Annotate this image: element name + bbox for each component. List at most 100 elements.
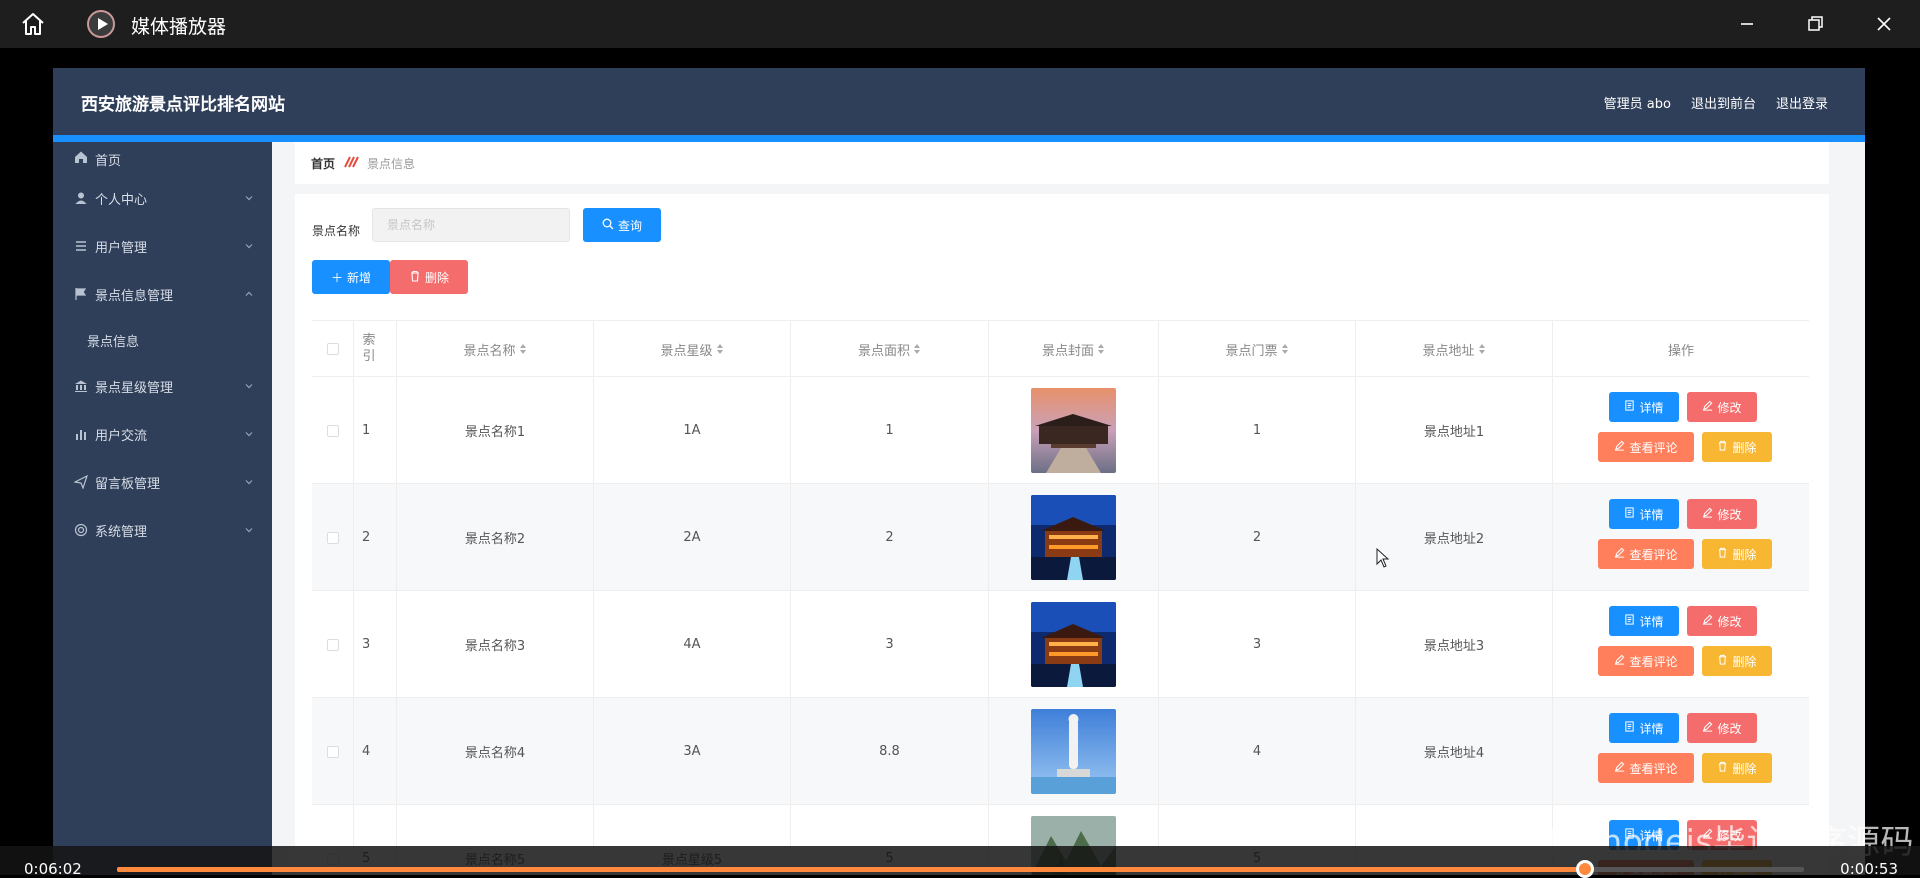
sidebar-item-personal-center[interactable]: 个人中心 bbox=[53, 174, 272, 222]
document-icon bbox=[1624, 400, 1635, 414]
delete-button[interactable]: 删除 bbox=[1702, 539, 1772, 569]
delete-button-label: 删除 bbox=[1732, 439, 1756, 456]
cell-area: 3 bbox=[791, 591, 989, 698]
breadcrumb-home[interactable]: 首页 bbox=[311, 155, 335, 172]
cover-image[interactable] bbox=[1031, 495, 1116, 580]
row-checkbox[interactable] bbox=[327, 532, 339, 544]
view-comments-button-label: 查看评论 bbox=[1629, 439, 1677, 456]
edit-button[interactable]: 修改 bbox=[1687, 713, 1757, 743]
cover-image[interactable] bbox=[1031, 388, 1116, 473]
sidebar-item-home[interactable]: 首页 bbox=[53, 142, 272, 174]
cell-index: 3 bbox=[354, 591, 397, 698]
edit-button[interactable]: 修改 bbox=[1687, 392, 1757, 422]
sidebar-item-message-board[interactable]: 留言板管理 bbox=[53, 458, 272, 506]
edit-button[interactable]: 修改 bbox=[1687, 499, 1757, 529]
edit-button[interactable]: 修改 bbox=[1687, 606, 1757, 636]
view-comments-button-label: 查看评论 bbox=[1629, 653, 1677, 670]
trash-icon bbox=[1717, 654, 1728, 668]
select-all-checkbox[interactable] bbox=[327, 343, 339, 355]
cover-image[interactable] bbox=[1031, 709, 1116, 794]
seek-bar[interactable] bbox=[117, 867, 1804, 872]
breadcrumb-current: 景点信息 bbox=[367, 155, 415, 172]
detail-button[interactable]: 详情 bbox=[1609, 713, 1679, 743]
edit-button-label: 修改 bbox=[1717, 720, 1741, 737]
cover-image[interactable] bbox=[1031, 602, 1116, 687]
cell-index: 4 bbox=[354, 698, 397, 805]
header-address-label: 景点地址 bbox=[1422, 340, 1474, 359]
detail-button-label: 详情 bbox=[1639, 720, 1663, 737]
delete-button[interactable]: 删除 bbox=[1702, 432, 1772, 462]
player-title-bar: 媒体播放器 bbox=[0, 0, 1920, 48]
detail-button[interactable]: 详情 bbox=[1609, 606, 1679, 636]
sort-icon bbox=[717, 344, 724, 354]
close-icon[interactable] bbox=[1870, 10, 1898, 38]
cell-ticket: 3 bbox=[1159, 591, 1356, 698]
home-icon[interactable] bbox=[20, 11, 46, 37]
mouse-cursor-icon bbox=[1376, 548, 1390, 568]
query-button-label: 查询 bbox=[618, 217, 642, 234]
header-accent-line bbox=[53, 135, 1865, 142]
edit-icon bbox=[1614, 654, 1625, 668]
view-comments-button[interactable]: 查看评论 bbox=[1598, 753, 1694, 783]
add-button[interactable]: ＋ 新增 bbox=[312, 260, 390, 294]
cell-star: 4A bbox=[594, 591, 791, 698]
sidebar-item-label: 留言板管理 bbox=[95, 473, 160, 492]
header-cover-label: 景点封面 bbox=[1042, 340, 1094, 359]
select-all-cell bbox=[312, 321, 354, 377]
sidebar-item-label: 系统管理 bbox=[95, 521, 147, 540]
search-input[interactable] bbox=[372, 208, 570, 242]
delete-button[interactable]: 删除 bbox=[1702, 646, 1772, 676]
back-to-front-link[interactable]: 退出到前台 bbox=[1691, 93, 1756, 112]
cell-name: 景点名称4 bbox=[397, 698, 594, 805]
cell-ticket: 2 bbox=[1159, 484, 1356, 591]
search-icon bbox=[602, 218, 614, 233]
cell-star: 2A bbox=[594, 484, 791, 591]
player-title: 媒体播放器 bbox=[131, 12, 226, 39]
trash-icon bbox=[1717, 547, 1728, 561]
delete-button-label: 删除 bbox=[1732, 546, 1756, 563]
bulk-delete-button[interactable]: 删除 bbox=[390, 260, 468, 294]
media-player-icon bbox=[87, 10, 115, 38]
seek-thumb[interactable] bbox=[1576, 860, 1594, 878]
row-checkbox[interactable] bbox=[327, 746, 339, 758]
detail-button[interactable]: 详情 bbox=[1609, 392, 1679, 422]
sidebar-item-user-exchange[interactable]: 用户交流 bbox=[53, 410, 272, 458]
sidebar-item-spot-management[interactable]: 景点信息管理 bbox=[53, 270, 272, 318]
header-ticket[interactable]: 景点门票 bbox=[1159, 321, 1356, 377]
table-row: 4景点名称43A8.84景点地址4详情修改查看评论删除 bbox=[312, 698, 1809, 805]
detail-button-label: 详情 bbox=[1639, 399, 1663, 416]
delete-button[interactable]: 删除 bbox=[1702, 753, 1772, 783]
view-comments-button[interactable]: 查看评论 bbox=[1598, 646, 1694, 676]
detail-button[interactable]: 详情 bbox=[1609, 499, 1679, 529]
sort-icon bbox=[1479, 344, 1486, 354]
settings-icon bbox=[74, 523, 88, 537]
cell-area: 8.8 bbox=[791, 698, 989, 805]
trash-icon bbox=[1717, 761, 1728, 775]
seek-progress bbox=[117, 867, 1585, 872]
header-address[interactable]: 景点地址 bbox=[1356, 321, 1553, 377]
row-checkbox[interactable] bbox=[327, 639, 339, 651]
sidebar-item-user-management[interactable]: 用户管理 bbox=[53, 222, 272, 270]
row-checkbox[interactable] bbox=[327, 425, 339, 437]
header-cover[interactable]: 景点封面 bbox=[989, 321, 1159, 377]
sidebar-item-star-management[interactable]: 景点星级管理 bbox=[53, 362, 272, 410]
playback-bar: 0:06:02 0:00:53 bbox=[0, 846, 1920, 875]
sidebar-subitem-spot-info[interactable]: 景点信息 bbox=[53, 318, 272, 362]
flag-icon bbox=[74, 287, 88, 301]
chevron-up-icon bbox=[244, 288, 254, 298]
logout-link[interactable]: 退出登录 bbox=[1776, 93, 1828, 112]
chevron-down-icon bbox=[244, 380, 254, 390]
header-star[interactable]: 景点星级 bbox=[594, 321, 791, 377]
restore-icon[interactable] bbox=[1801, 10, 1829, 38]
sort-icon bbox=[1098, 344, 1105, 354]
view-comments-button[interactable]: 查看评论 bbox=[1598, 539, 1694, 569]
minimize-icon[interactable] bbox=[1733, 10, 1761, 38]
cell-cover bbox=[989, 484, 1159, 591]
main-content: 首页 景点信息 景点名称 查询 ＋ 新增 删除 bbox=[295, 142, 1829, 875]
table-body: 1景点名称11A11景点地址1详情修改查看评论删除2景点名称22A22景点地址2… bbox=[312, 377, 1809, 875]
header-area[interactable]: 景点面积 bbox=[791, 321, 989, 377]
query-button[interactable]: 查询 bbox=[583, 208, 661, 242]
header-name[interactable]: 景点名称 bbox=[397, 321, 594, 377]
sidebar-item-system-management[interactable]: 系统管理 bbox=[53, 506, 272, 554]
view-comments-button[interactable]: 查看评论 bbox=[1598, 432, 1694, 462]
